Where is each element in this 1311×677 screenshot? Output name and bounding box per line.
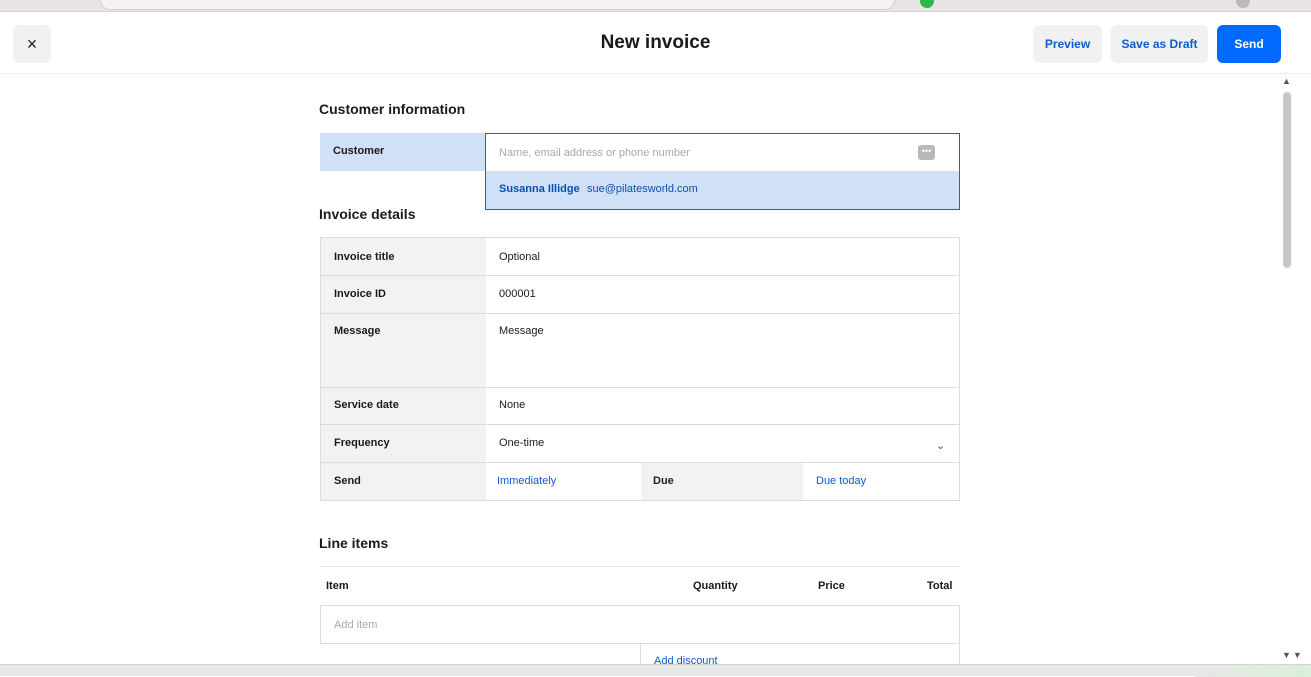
invoice-id-row[interactable]: Invoice ID 000001: [320, 276, 960, 314]
contacts-icon[interactable]: •••: [918, 145, 935, 160]
frequency-label: Frequency: [321, 425, 486, 462]
message-label: Message: [321, 314, 486, 387]
scroll-thumb[interactable]: [1283, 92, 1291, 268]
message-row[interactable]: Message Message: [320, 314, 960, 388]
invoice-id-label: Invoice ID: [321, 276, 486, 313]
column-price: Price: [818, 580, 845, 592]
scroll-up-icon[interactable]: ▲: [1282, 76, 1291, 86]
suggestion-email: sue@pilatesworld.com: [587, 183, 698, 195]
frequency-select[interactable]: One-time: [499, 437, 544, 449]
details-section-title: Invoice details: [319, 206, 416, 222]
line-items-header: Item Quantity Price Total: [320, 566, 960, 606]
add-item-input[interactable]: Add item: [320, 605, 960, 644]
save-draft-button[interactable]: Save as Draft: [1111, 25, 1208, 63]
invoice-title-label: Invoice title: [321, 238, 486, 275]
address-bar[interactable]: [100, 0, 895, 10]
service-date-value[interactable]: None: [499, 399, 525, 411]
chevron-down-icon[interactable]: ⌄: [936, 439, 945, 452]
customer-section-title: Customer information: [319, 101, 466, 117]
send-due-row: Send Immediately Due Due today: [320, 463, 960, 501]
taskbar: [0, 664, 1311, 677]
send-button[interactable]: Send: [1217, 25, 1281, 63]
customer-placeholder: Name, email address or phone number: [499, 147, 690, 159]
due-value[interactable]: Due today: [816, 475, 866, 487]
preview-button[interactable]: Preview: [1033, 25, 1102, 63]
customer-label: Customer: [320, 133, 485, 171]
extension-icon[interactable]: [920, 0, 934, 8]
send-label: Send: [321, 463, 486, 500]
browser-chrome: [0, 0, 1311, 12]
scroll-down-icon[interactable]: ▼▼: [1282, 650, 1304, 660]
profile-avatar[interactable]: [1236, 0, 1250, 8]
frequency-row[interactable]: Frequency One-time ⌄: [320, 425, 960, 463]
customer-suggestion[interactable]: Susanna Illidge sue@pilatesworld.com: [485, 171, 960, 210]
invoice-id-input[interactable]: 000001: [499, 288, 536, 300]
invoice-header: × New invoice Preview Save as Draft Send: [0, 13, 1311, 74]
invoice-title-row[interactable]: Invoice title Optional: [320, 237, 960, 276]
customer-search-input[interactable]: Name, email address or phone number •••: [485, 133, 960, 172]
column-total: Total: [927, 580, 953, 592]
line-items-title: Line items: [319, 535, 389, 551]
invoice-title-input[interactable]: Optional: [499, 251, 540, 263]
taskbar-highlight: [1195, 665, 1311, 677]
due-label: Due: [641, 463, 803, 500]
column-quantity: Quantity: [693, 580, 738, 592]
service-date-label: Service date: [321, 388, 486, 424]
message-input[interactable]: Message: [499, 325, 544, 337]
column-item: Item: [326, 580, 349, 592]
suggestion-name: Susanna Illidge: [499, 183, 580, 195]
service-date-row[interactable]: Service date None: [320, 388, 960, 425]
send-timing-value[interactable]: Immediately: [497, 475, 556, 487]
